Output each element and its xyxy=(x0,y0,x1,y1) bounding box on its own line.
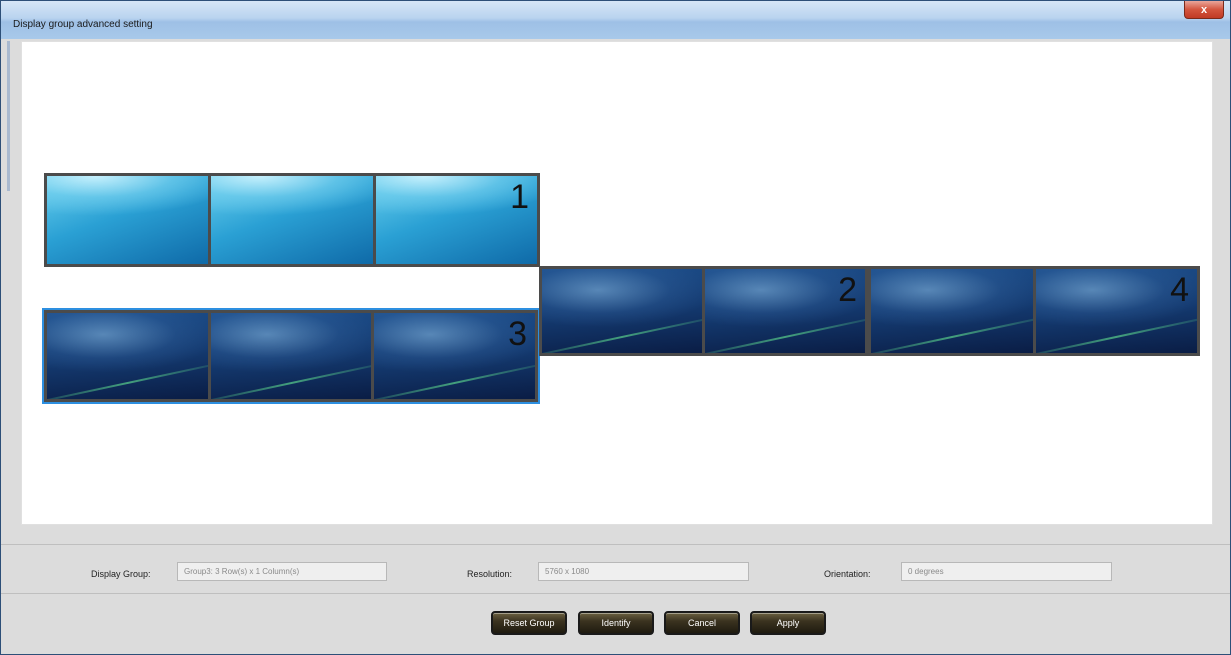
monitor-screen xyxy=(47,176,209,264)
monitor-screen: 3 xyxy=(374,313,536,399)
display-group-label: Display Group: xyxy=(91,569,151,579)
window-title: Display group advanced setting xyxy=(13,19,153,30)
monitor-screen: 2 xyxy=(705,269,865,353)
cancel-button[interactable]: Cancel xyxy=(664,611,740,635)
close-button[interactable]: x xyxy=(1184,1,1224,19)
group-number-label: 1 xyxy=(510,178,529,216)
monitor-screen xyxy=(871,269,1033,353)
group-number-label: 3 xyxy=(508,315,528,353)
group-number-label: 4 xyxy=(1170,271,1189,309)
apply-button[interactable]: Apply xyxy=(750,611,826,635)
display-group-3[interactable]: 3 xyxy=(42,308,540,404)
dialog-window: Display group advanced setting x 1 3 2 4… xyxy=(0,0,1231,655)
display-group-4[interactable]: 4 xyxy=(868,266,1200,356)
monitor-screen xyxy=(47,313,208,399)
display-group-1[interactable]: 1 xyxy=(44,173,540,267)
identify-button[interactable]: Identify xyxy=(578,611,654,635)
monitor-screen xyxy=(210,313,372,399)
monitor-screen: 1 xyxy=(375,176,537,264)
resolution-label: Resolution: xyxy=(467,569,513,579)
close-icon: x xyxy=(1200,3,1208,16)
resolution-field[interactable]: 5760 x 1080 xyxy=(538,562,749,581)
title-bar[interactable]: Display group advanced setting x xyxy=(1,1,1230,39)
monitor-screen xyxy=(211,176,373,264)
orientation-field[interactable]: 0 degrees xyxy=(901,562,1112,581)
monitor-screen xyxy=(542,269,702,353)
action-button-row: Reset Group Identify Cancel Apply xyxy=(1,611,1230,635)
orientation-label: Orientation: xyxy=(824,569,871,579)
window-edge-decoration xyxy=(7,41,10,191)
display-group-field[interactable]: Group3: 3 Row(s) x 1 Column(s) xyxy=(177,562,387,581)
reset-group-button[interactable]: Reset Group xyxy=(491,611,567,635)
group-info-bar: Display Group: Group3: 3 Row(s) x 1 Colu… xyxy=(1,544,1230,594)
group-number-label: 2 xyxy=(838,271,857,309)
display-group-2[interactable]: 2 xyxy=(539,266,868,356)
display-layout-canvas[interactable]: 1 3 2 4 xyxy=(21,41,1213,525)
monitor-screen: 4 xyxy=(1035,269,1197,353)
